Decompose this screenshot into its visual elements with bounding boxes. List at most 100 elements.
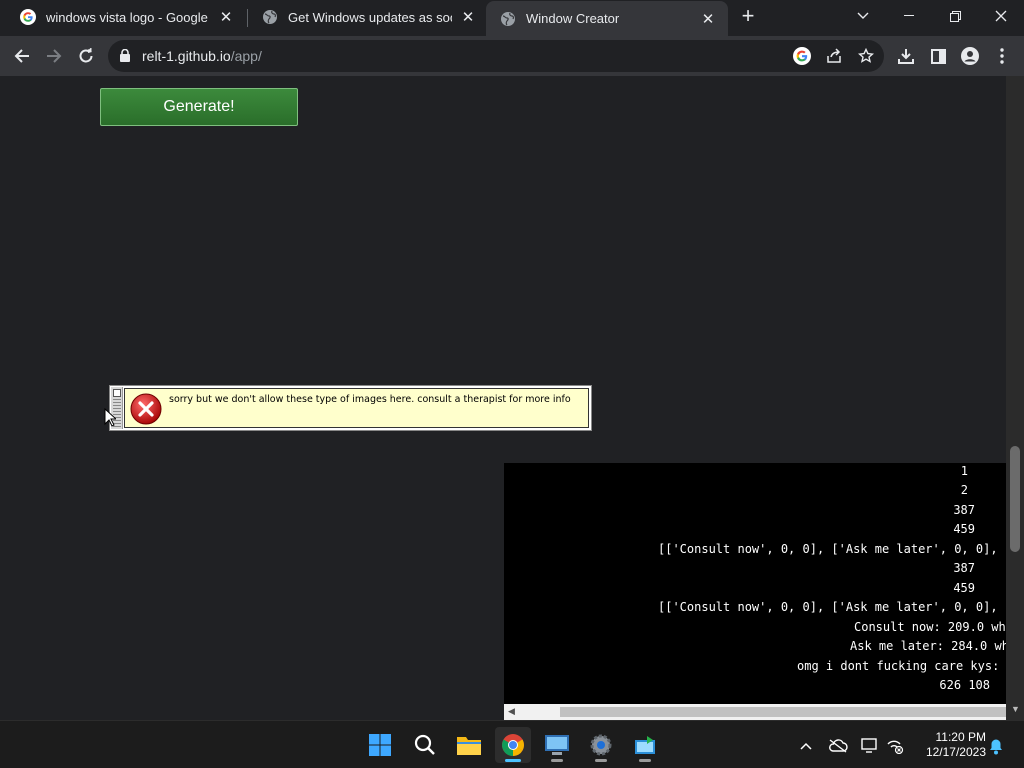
more-vert-icon <box>1000 48 1004 64</box>
scrollbar-thumb[interactable] <box>560 707 1006 717</box>
app-icon <box>635 736 655 754</box>
dialog-body: sorry but we don't allow these type of i… <box>124 388 589 428</box>
tab-windows-updates[interactable]: Get Windows updates as soon as ✕ <box>248 0 488 34</box>
console-horizontal-scrollbar[interactable]: ◀ <box>504 704 1006 720</box>
running-indicator <box>595 759 607 762</box>
profile-button[interactable] <box>959 45 981 67</box>
globe-icon <box>263 10 277 24</box>
url-text: relt-1.github.io/app/ <box>142 48 262 64</box>
google-icon <box>793 47 811 65</box>
cloud-off-icon <box>829 739 848 753</box>
console-line: 459 <box>953 522 975 536</box>
scroll-down-icon[interactable]: ▼ <box>1011 704 1020 714</box>
network-button[interactable] <box>884 735 906 757</box>
console-line: 1 <box>960 464 968 478</box>
lock-icon[interactable] <box>120 49 130 62</box>
back-button[interactable] <box>8 42 36 70</box>
tray-overflow-button[interactable] <box>795 735 817 757</box>
running-indicator <box>551 759 563 762</box>
system-clock[interactable]: 11:20 PM 12/17/2023 <box>916 730 986 760</box>
clock-date: 12/17/2023 <box>925 745 986 759</box>
running-indicator <box>505 759 521 762</box>
reload-icon <box>79 48 93 63</box>
console-output: 1 2 387 459 [['Consult now', 0, 0], ['As… <box>504 463 1006 720</box>
arrow-left-icon <box>14 49 29 63</box>
console-line: 626 108 <box>939 678 990 692</box>
running-indicator <box>639 759 651 762</box>
tab-title: Window Creator <box>526 11 620 26</box>
generate-button[interactable]: Generate! <box>100 88 298 126</box>
file-explorer-icon <box>457 737 481 755</box>
tab-strip: windows vista logo - Google Sea ✕ Get Wi… <box>0 0 1024 36</box>
chevron-down-icon <box>857 12 869 19</box>
star-icon <box>858 48 874 63</box>
console-line: 459 <box>953 581 975 595</box>
scrollbar-thumb[interactable] <box>1010 446 1020 552</box>
google-lens-button[interactable] <box>792 46 812 66</box>
page-vertical-scrollbar[interactable]: ▼ <box>1006 76 1024 720</box>
forward-button[interactable] <box>40 42 68 70</box>
file-explorer-button[interactable] <box>451 727 487 763</box>
downloads-button[interactable] <box>895 45 917 67</box>
side-panel-icon <box>930 48 946 64</box>
restore-icon <box>949 10 961 22</box>
remote-desktop-icon <box>545 735 569 755</box>
download-icon <box>898 49 914 64</box>
share-icon <box>827 48 841 63</box>
console-line: omg i dont fucking care kys: <box>797 659 1000 673</box>
console-line: Consult now: 209.0 wh <box>854 620 1006 634</box>
settings-button[interactable] <box>583 727 619 763</box>
console-line: 2 <box>960 483 968 497</box>
error-dialog[interactable]: sorry but we don't allow these type of i… <box>109 385 592 431</box>
globe-icon <box>501 11 515 26</box>
onedrive-button[interactable] <box>827 735 849 757</box>
browser-toolbar: relt-1.github.io/app/ <box>0 36 1024 76</box>
close-icon[interactable]: ✕ <box>698 9 718 29</box>
tab-google-search[interactable]: windows vista logo - Google Sea ✕ <box>6 0 246 34</box>
bell-icon <box>990 739 1002 755</box>
windows-start-icon <box>369 734 391 756</box>
start-button[interactable] <box>362 727 398 763</box>
minimize-button[interactable] <box>886 0 932 32</box>
reload-button[interactable] <box>72 42 100 70</box>
console-line: [['Consult now', 0, 0], ['Ask me later',… <box>658 600 1006 614</box>
chrome-taskbar-button[interactable] <box>495 727 531 763</box>
settings-icon <box>590 734 612 756</box>
remote-desktop-button[interactable] <box>539 727 575 763</box>
console-line: Ask me later: 284.0 wh <box>850 639 1006 653</box>
arrow-right-icon <box>47 49 62 63</box>
clock-time: 11:20 PM <box>935 730 986 744</box>
console-line: [['Consult now', 0, 0], ['Ask me later',… <box>658 542 1006 556</box>
url-path: /app/ <box>230 48 262 64</box>
minimize-icon <box>904 15 914 16</box>
close-icon[interactable]: ✕ <box>458 7 478 27</box>
new-tab-button[interactable]: + <box>736 5 760 29</box>
tab-title: Get Windows updates as soon as <box>288 9 452 25</box>
chrome-icon <box>502 734 524 756</box>
network-off-icon <box>887 740 904 754</box>
error-message: sorry but we don't allow these type of i… <box>169 394 571 405</box>
close-icon[interactable]: ✕ <box>216 7 236 27</box>
taskbar-search-button[interactable] <box>407 727 443 763</box>
share-button[interactable] <box>824 46 844 66</box>
side-panel-button[interactable] <box>927 45 949 67</box>
tab-search-button[interactable] <box>840 0 886 32</box>
close-icon <box>995 10 1007 22</box>
tab-window-creator[interactable]: Window Creator ✕ <box>486 1 728 36</box>
bookmark-button[interactable] <box>856 46 876 66</box>
restore-button[interactable] <box>932 0 978 32</box>
display-icon <box>861 738 877 753</box>
app-taskbar-button[interactable] <box>627 727 663 763</box>
notifications-button[interactable] <box>985 735 1007 757</box>
search-icon <box>414 734 435 755</box>
console-line: 387 <box>953 561 975 575</box>
menu-button[interactable] <box>991 45 1013 67</box>
display-button[interactable] <box>859 735 881 757</box>
address-bar[interactable]: relt-1.github.io/app/ <box>108 40 884 72</box>
chevron-up-icon <box>800 742 812 750</box>
url-host: relt-1.github.io <box>142 48 231 64</box>
error-x-icon <box>130 393 162 425</box>
close-window-button[interactable] <box>978 0 1024 32</box>
dialog-close-box[interactable] <box>113 389 121 397</box>
scroll-left-icon[interactable]: ◀ <box>508 706 515 717</box>
